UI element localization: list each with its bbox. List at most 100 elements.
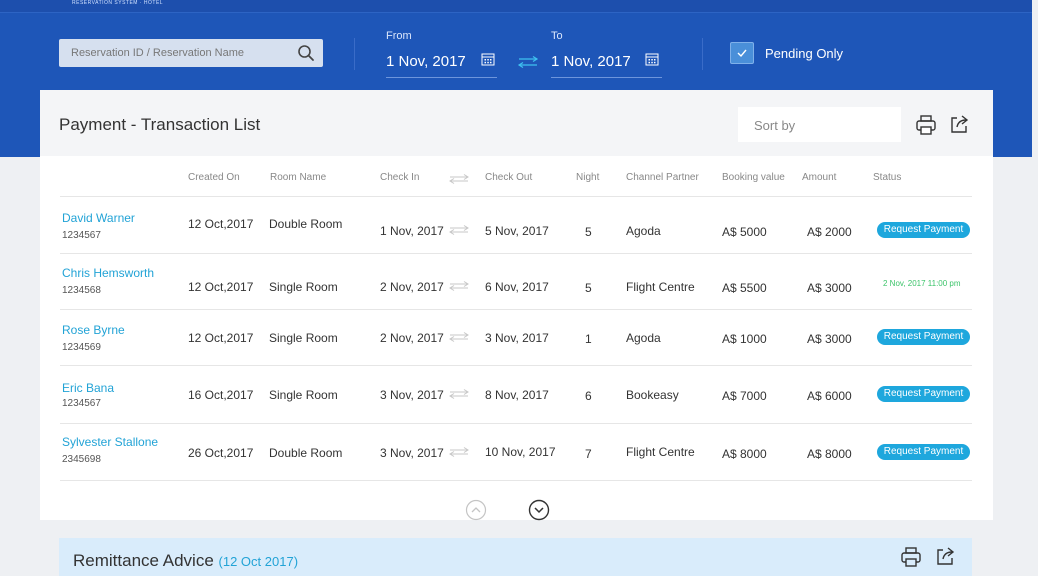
card-title: Payment - Transaction List [59, 115, 261, 134]
row-divider [60, 423, 972, 424]
remittance-title: Remittance Advice (12 Oct 2017) [73, 551, 298, 571]
col-channel-partner: Channel Partner [626, 172, 699, 183]
reservation-id: 2345698 [62, 454, 101, 465]
booking-value: A$ 8000 [722, 447, 767, 461]
remittance-date: (12 Oct 2017) [218, 554, 299, 569]
row-divider [60, 253, 972, 254]
sort-by-dropdown[interactable]: Sort by [738, 107, 901, 142]
share-export-icon[interactable] [935, 545, 957, 567]
guest-name-link[interactable]: Sylvester Stallone [62, 435, 158, 449]
swap-arrows-icon [449, 332, 469, 342]
check-out: 6 Nov, 2017 [485, 280, 549, 294]
check-out: 10 Nov, 2017 [485, 445, 556, 459]
chevron-down-icon[interactable] [528, 499, 550, 521]
nights: 5 [585, 225, 592, 239]
check-out: 8 Nov, 2017 [485, 388, 549, 402]
guest-name-link[interactable]: Rose Byrne [62, 323, 125, 337]
reservation-id: 1234568 [62, 285, 101, 296]
amount: A$ 6000 [807, 389, 852, 403]
search-box[interactable] [59, 39, 323, 67]
guest-name-link[interactable]: Eric Bana [62, 381, 114, 395]
search-input[interactable] [59, 39, 289, 67]
to-underline [551, 77, 662, 78]
channel-partner: Agoda [626, 331, 661, 345]
to-label: To [551, 30, 563, 42]
logo-strip: RESERVATION SYSTEM · HOTEL [0, 0, 1038, 13]
logo-text: RESERVATION SYSTEM · HOTEL [72, 0, 164, 6]
check-icon [737, 49, 747, 58]
nights: 7 [585, 447, 592, 461]
booking-value: A$ 5000 [722, 225, 767, 239]
room-name: Single Room [269, 388, 338, 402]
reservation-id: 1234567 [62, 398, 101, 409]
amount: A$ 3000 [807, 281, 852, 295]
print-icon[interactable] [900, 546, 922, 568]
from-label: From [386, 30, 412, 42]
guest-name-link[interactable]: David Warner [62, 211, 135, 225]
created-on: 12 Oct,2017 [188, 331, 254, 345]
room-name: Double Room [269, 217, 343, 231]
channel-partner: Flight Centre [626, 445, 695, 459]
nights: 6 [585, 389, 592, 403]
channel-partner: Flight Centre [626, 280, 695, 294]
pending-only-label[interactable]: Pending Only [765, 46, 843, 61]
amount: A$ 2000 [807, 225, 852, 239]
to-date-value[interactable]: 1 Nov, 2017 [551, 53, 631, 70]
chevron-up-icon[interactable] [465, 499, 487, 521]
row-divider [60, 480, 972, 481]
search-icon[interactable] [297, 44, 315, 62]
check-in: 2 Nov, 2017 [380, 280, 444, 294]
reservation-id: 1234567 [62, 230, 101, 241]
pending-only-checkbox[interactable] [730, 42, 754, 64]
check-in: 3 Nov, 2017 [380, 446, 444, 460]
room-name: Single Room [269, 331, 338, 345]
check-out: 5 Nov, 2017 [485, 224, 549, 238]
swap-arrows-icon [449, 225, 469, 235]
created-on: 12 Oct,2017 [188, 280, 254, 294]
request-payment-button[interactable]: Request Payment [877, 329, 970, 345]
request-payment-button[interactable]: Request Payment [877, 386, 970, 402]
card-header: Payment - Transaction List Sort by [40, 90, 993, 156]
created-on: 12 Oct,2017 [188, 217, 254, 231]
check-in: 3 Nov, 2017 [380, 388, 444, 402]
divider [354, 38, 355, 70]
row-divider [60, 309, 972, 310]
channel-partner: Agoda [626, 224, 661, 238]
from-date-value[interactable]: 1 Nov, 2017 [386, 53, 466, 70]
row-divider [60, 196, 972, 197]
request-payment-button[interactable]: Request Payment [877, 444, 970, 460]
amount: A$ 8000 [807, 447, 852, 461]
guest-name-link[interactable]: Chris Hemsworth [62, 266, 154, 280]
col-booking-value: Booking value [722, 172, 785, 183]
page-edge [1032, 0, 1038, 576]
remittance-advice-header: Remittance Advice (12 Oct 2017) [59, 538, 972, 576]
col-check-out: Check Out [485, 172, 533, 183]
amount: A$ 3000 [807, 332, 852, 346]
room-name: Double Room [269, 446, 343, 460]
nights: 5 [585, 281, 592, 295]
swap-arrows-icon [449, 447, 469, 457]
reservation-id: 1234569 [62, 342, 101, 353]
col-created-on: Created On [188, 172, 240, 183]
remittance-title-text: Remittance Advice [73, 551, 214, 570]
check-out: 3 Nov, 2017 [485, 331, 549, 345]
booking-value: A$ 5500 [722, 281, 767, 295]
share-export-icon[interactable] [949, 113, 971, 135]
request-payment-button[interactable]: Request Payment [877, 222, 970, 238]
created-on: 26 Oct,2017 [188, 446, 254, 460]
calendar-icon[interactable] [645, 52, 659, 66]
calendar-icon[interactable] [481, 52, 495, 66]
channel-partner: Bookeasy [626, 388, 679, 402]
swap-arrows-icon [449, 389, 469, 399]
swap-arrows-icon [449, 174, 469, 184]
sort-by-label: Sort by [754, 118, 796, 133]
row-divider [60, 365, 972, 366]
payment-date-status: 2 Nov, 2017 11:00 pm [883, 279, 961, 288]
print-icon[interactable] [915, 114, 937, 136]
from-underline [386, 77, 497, 78]
divider [702, 38, 703, 70]
col-check-in: Check In [380, 172, 420, 183]
col-room-name: Room Name [270, 172, 327, 183]
check-in: 1 Nov, 2017 [380, 224, 444, 238]
col-amount: Amount [802, 172, 837, 183]
